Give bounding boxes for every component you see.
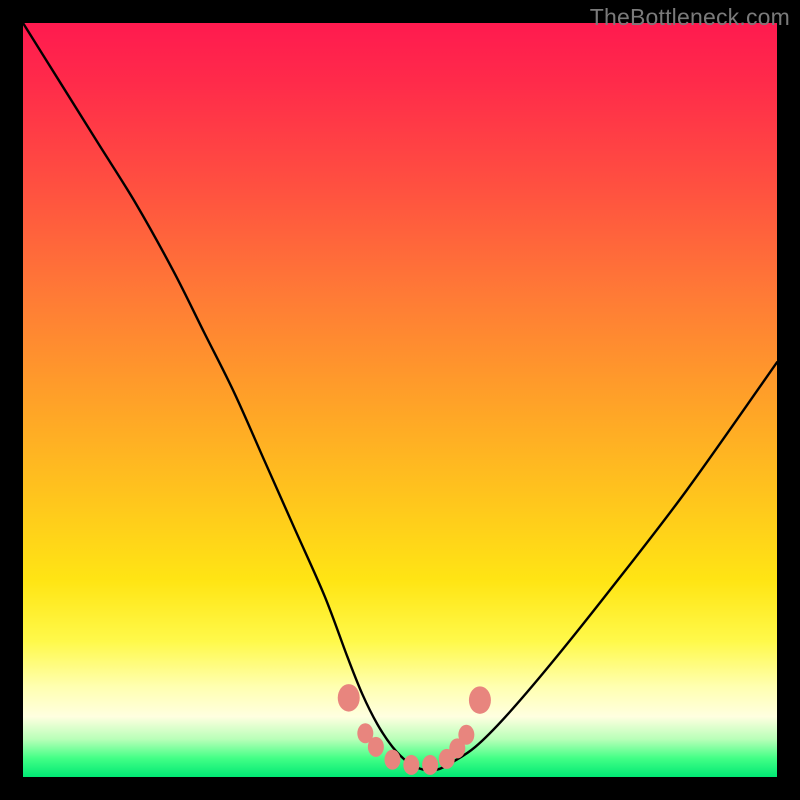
curve-marker — [384, 750, 400, 770]
curve-marker — [458, 725, 474, 745]
curve-line-group — [23, 23, 777, 770]
curve-marker — [422, 755, 438, 775]
plot-area — [23, 23, 777, 777]
curve-marker — [338, 684, 360, 712]
curve-marker — [368, 737, 384, 757]
curve-marker — [469, 686, 491, 714]
curve-marker — [403, 755, 419, 775]
chart-frame: TheBottleneck.com — [0, 0, 800, 800]
bottleneck-curve-line — [23, 23, 777, 770]
bottleneck-curve-svg — [23, 23, 777, 777]
curve-markers-group — [338, 684, 491, 775]
watermark-text: TheBottleneck.com — [590, 4, 790, 31]
